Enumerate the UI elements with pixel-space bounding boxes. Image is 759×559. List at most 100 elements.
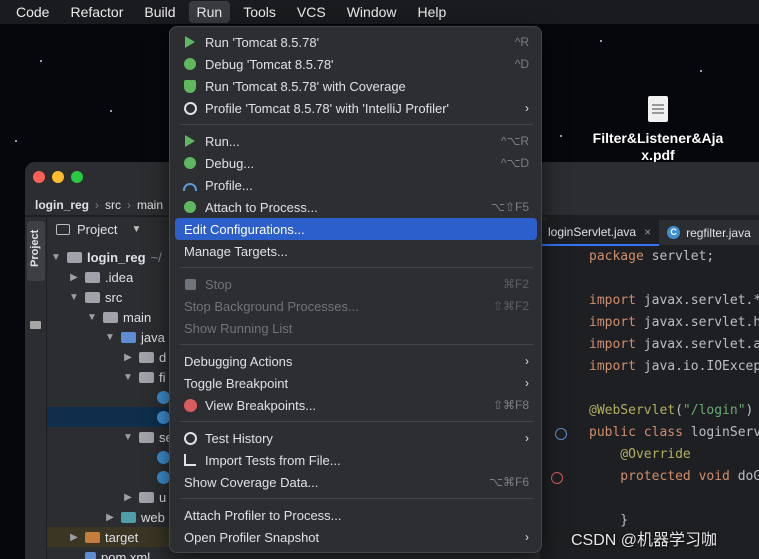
star <box>700 70 702 72</box>
menu-item-attach-process[interactable]: Attach to Process... ⌥⇧F5 <box>175 196 537 218</box>
menu-item-test-history[interactable]: Test History › <box>175 427 537 449</box>
menu-code[interactable]: Code <box>8 1 57 23</box>
run-icon <box>183 35 197 49</box>
menu-item-import-tests[interactable]: Import Tests from File... <box>175 449 537 471</box>
chevron-right-icon: › <box>525 376 529 390</box>
star <box>15 140 17 142</box>
menu-separator <box>180 421 533 422</box>
code-line: import javax.servlet.h <box>589 312 759 334</box>
menu-item-show-running-list[interactable]: Show Running List <box>175 317 537 339</box>
editor-gutter[interactable] <box>540 246 585 559</box>
folder-icon <box>139 371 154 383</box>
project-tool-tab[interactable]: Project <box>27 221 45 281</box>
breadcrumb-src[interactable]: src <box>105 198 121 212</box>
menu-item-shortcut: ⇧⌘F8 <box>492 398 529 412</box>
chevron-right-icon[interactable]: ▶ <box>105 512 115 523</box>
chevron-right-icon: › <box>95 197 100 212</box>
code-text: ) <box>745 403 754 418</box>
menu-item-label: Profile 'Tomcat 8.5.78' with 'IntelliJ P… <box>205 100 450 116</box>
close-icon[interactable]: × <box>644 225 651 239</box>
code-editor[interactable]: package servlet; import javax.servlet.* … <box>589 246 759 559</box>
code-string: "/login" <box>682 403 746 418</box>
watermark: CSDN @机器学习咖 <box>571 532 718 549</box>
menu-item-profile-tomcat[interactable]: Profile 'Tomcat 8.5.78' with 'IntelliJ P… <box>175 97 537 119</box>
menu-item-run[interactable]: Run... ^⌥R <box>175 130 537 152</box>
menu-item-edit-configurations[interactable]: Edit Configurations... <box>175 218 537 240</box>
menu-item-label: Toggle Breakpoint <box>184 375 289 391</box>
code-text: servlet; <box>643 249 715 264</box>
menu-item-label: Edit Configurations... <box>184 221 305 237</box>
code-line: import java.io.IOExcep <box>589 356 759 378</box>
menu-refactor[interactable]: Refactor <box>62 1 131 23</box>
desktop-file[interactable]: Filter&Listener&Aja x.pdf <box>578 96 738 164</box>
code-keyword: import <box>589 293 636 308</box>
menu-item-shortcut: ⌥⇧F5 <box>491 200 529 214</box>
code-keyword: public class <box>589 425 683 440</box>
chevron-right-icon[interactable]: ▶ <box>69 272 79 283</box>
desktop-file-label-1: Filter&Listener&Aja <box>592 130 724 146</box>
chevron-right-icon[interactable]: ▶ <box>123 492 133 503</box>
zoom-window-button[interactable] <box>71 171 83 183</box>
menu-build[interactable]: Build <box>136 1 183 23</box>
folder-icon[interactable] <box>30 321 41 329</box>
menu-item-stop-background[interactable]: Stop Background Processes... ⇧⌘F2 <box>175 295 537 317</box>
chevron-down-icon[interactable]: ▼ <box>69 292 79 303</box>
tab-login-servlet[interactable]: loginServlet.java × <box>540 219 660 246</box>
chevron-down-icon[interactable]: ▼ <box>123 372 133 383</box>
class-icon: C <box>667 226 681 239</box>
menu-item-label: Stop Background Processes... <box>184 298 359 314</box>
menu-item-toggle-breakpoint[interactable]: Toggle Breakpoint › <box>175 372 537 394</box>
menu-item-view-breakpoints[interactable]: View Breakpoints... ⇧⌘F8 <box>175 394 537 416</box>
folder-icon <box>121 331 136 343</box>
tab-label: regfilter.java <box>686 225 751 240</box>
chevron-down-icon[interactable]: ▼ <box>105 332 115 343</box>
menu-item-show-coverage[interactable]: Show Coverage Data... ⌥⌘F6 <box>175 471 537 493</box>
tab-regfilter[interactable]: C regfilter.java <box>659 220 759 246</box>
project-panel-title: Project <box>77 221 118 237</box>
code-line: protected void doG <box>589 466 759 488</box>
menu-separator <box>180 267 533 268</box>
menu-item-shortcut: ^R <box>514 35 529 49</box>
code-annotation: @WebServlet <box>589 403 676 418</box>
chevron-right-icon: › <box>525 530 529 544</box>
close-window-button[interactable] <box>33 171 45 183</box>
web-endpoint-icon[interactable] <box>555 428 567 440</box>
menu-window[interactable]: Window <box>339 1 405 23</box>
menu-item-run-tomcat[interactable]: Run 'Tomcat 8.5.78' ^R <box>175 31 537 53</box>
menu-run[interactable]: Run <box>188 1 231 23</box>
breadcrumb-main[interactable]: main <box>137 198 163 212</box>
menu-item-label: Show Running List <box>184 320 293 336</box>
chevron-down-icon[interactable]: ▼ <box>87 312 97 323</box>
menu-item-debugging-actions[interactable]: Debugging Actions › <box>175 350 537 372</box>
tree-item-path: ~/ <box>150 249 162 265</box>
code-keyword: protected void <box>589 469 730 484</box>
menu-item-attach-profiler[interactable]: Attach Profiler to Process... <box>175 504 537 526</box>
menu-tools[interactable]: Tools <box>235 1 284 23</box>
override-marker-icon[interactable] <box>551 472 563 484</box>
chevron-right-icon[interactable]: ▶ <box>69 532 79 543</box>
menu-item-debug[interactable]: Debug... ^⌥D <box>175 152 537 174</box>
menu-item-open-profiler-snapshot[interactable]: Open Profiler Snapshot › <box>175 526 537 548</box>
tree-item-label: fi <box>159 369 166 385</box>
menu-item-label: Open Profiler Snapshot <box>184 529 320 545</box>
menu-item-manage-targets[interactable]: Manage Targets... <box>175 240 537 262</box>
menu-help[interactable]: Help <box>410 1 455 23</box>
menu-item-run-coverage[interactable]: Run 'Tomcat 8.5.78' with Coverage <box>175 75 537 97</box>
menu-item-label: Test History <box>205 430 273 446</box>
menu-item-stop[interactable]: Stop ⌘F2 <box>175 273 537 295</box>
menu-vcs[interactable]: VCS <box>289 1 334 23</box>
menu-separator <box>180 344 533 345</box>
chevron-down-icon[interactable]: ▼ <box>123 432 133 443</box>
star <box>600 40 602 42</box>
chevron-down-icon[interactable]: ▼ <box>51 252 61 263</box>
menu-item-profile[interactable]: Profile... <box>175 174 537 196</box>
menu-item-debug-tomcat[interactable]: Debug 'Tomcat 8.5.78' ^D <box>175 53 537 75</box>
chevron-down-icon[interactable]: ▼ <box>131 224 141 235</box>
menu-item-label: Import Tests from File... <box>205 452 341 468</box>
breadcrumb-project[interactable]: login_reg <box>35 198 89 212</box>
project-tool-tab-label: Project <box>29 229 41 267</box>
editor-tabs: loginServlet.java × C regfilter.java <box>540 219 759 246</box>
menu-item-label: Show Coverage Data... <box>184 474 319 490</box>
chevron-right-icon[interactable]: ▶ <box>123 352 133 363</box>
minimize-window-button[interactable] <box>52 171 64 183</box>
